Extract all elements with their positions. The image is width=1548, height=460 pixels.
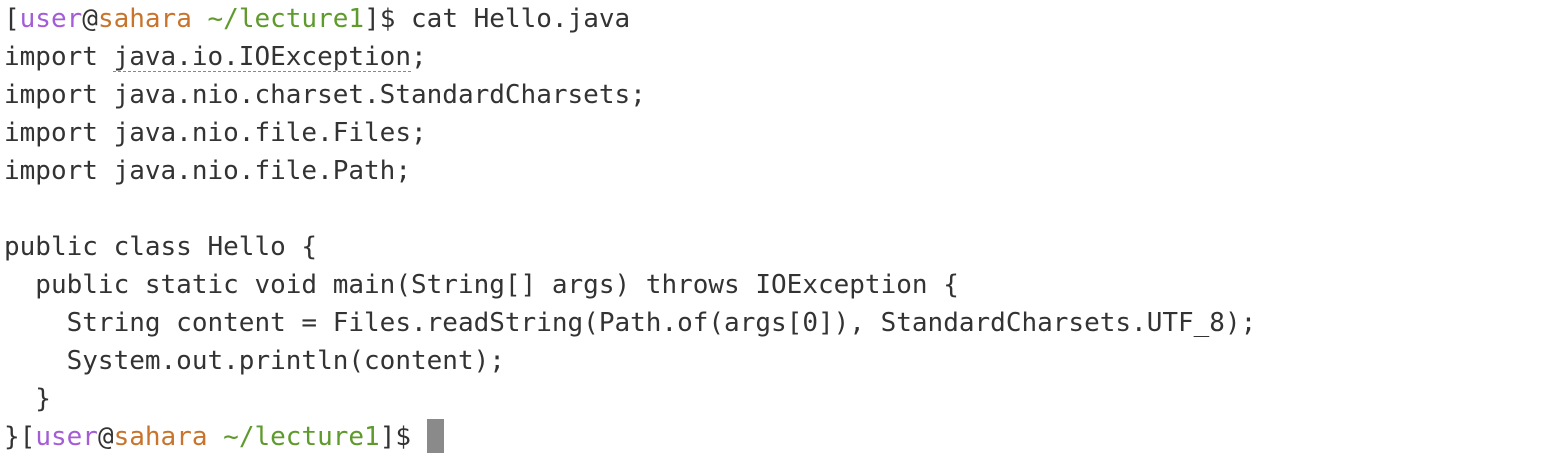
- prompt-user: user: [19, 4, 83, 34]
- output-line-9: System.out.println(content);: [4, 346, 505, 376]
- text-cursor[interactable]: [426, 418, 444, 453]
- prompt-path: ~/lecture1: [223, 422, 380, 452]
- prompt-at: @: [97, 422, 114, 452]
- prompt-line-1: [user@sahara ~/lecture1]$ cat Hello.java: [4, 0, 1548, 38]
- prompt-at: @: [82, 4, 98, 34]
- output-line-4: import java.nio.file.Path;: [4, 156, 411, 186]
- prompt-open-bracket: [: [4, 4, 20, 34]
- output-line-8: String content = Files.readString(Path.o…: [4, 308, 1257, 338]
- output-line-1-suffix: ;: [411, 42, 427, 72]
- output-line-11: }: [4, 422, 20, 452]
- output-line-2: import java.nio.charset.StandardCharsets…: [4, 80, 646, 110]
- prompt-dollar: $: [379, 4, 412, 34]
- prompt-host: sahara: [113, 422, 208, 452]
- prompt-close-bracket: ]: [379, 422, 396, 452]
- output-line-10: }: [4, 384, 51, 414]
- output-line-3: import java.nio.file.Files;: [4, 118, 427, 148]
- prompt-user: user: [35, 422, 98, 452]
- prompt-close-bracket: ]: [364, 4, 380, 34]
- command-text: cat Hello.java: [411, 4, 631, 34]
- output-line-7: public static void main(String[] args) t…: [4, 270, 959, 300]
- prompt-path: ~/lecture1: [207, 4, 365, 34]
- spellcheck-underlined-text: java.io.IOException: [113, 42, 411, 72]
- output-line-1-prefix: import: [4, 42, 114, 72]
- prompt-line-2[interactable]: }[user@sahara ~/lecture1]$: [4, 418, 1548, 456]
- prompt-host: sahara: [97, 4, 192, 34]
- terminal-window[interactable]: [user@sahara ~/lecture1]$ cat Hello.java…: [0, 0, 1548, 460]
- prompt-dollar: $: [395, 422, 427, 452]
- output-line-6: public class Hello {: [4, 232, 318, 262]
- output-line-1: import java.io.IOException;: [4, 38, 1548, 76]
- output-line-5: [4, 190, 1548, 228]
- prompt-open-bracket: [: [19, 422, 36, 452]
